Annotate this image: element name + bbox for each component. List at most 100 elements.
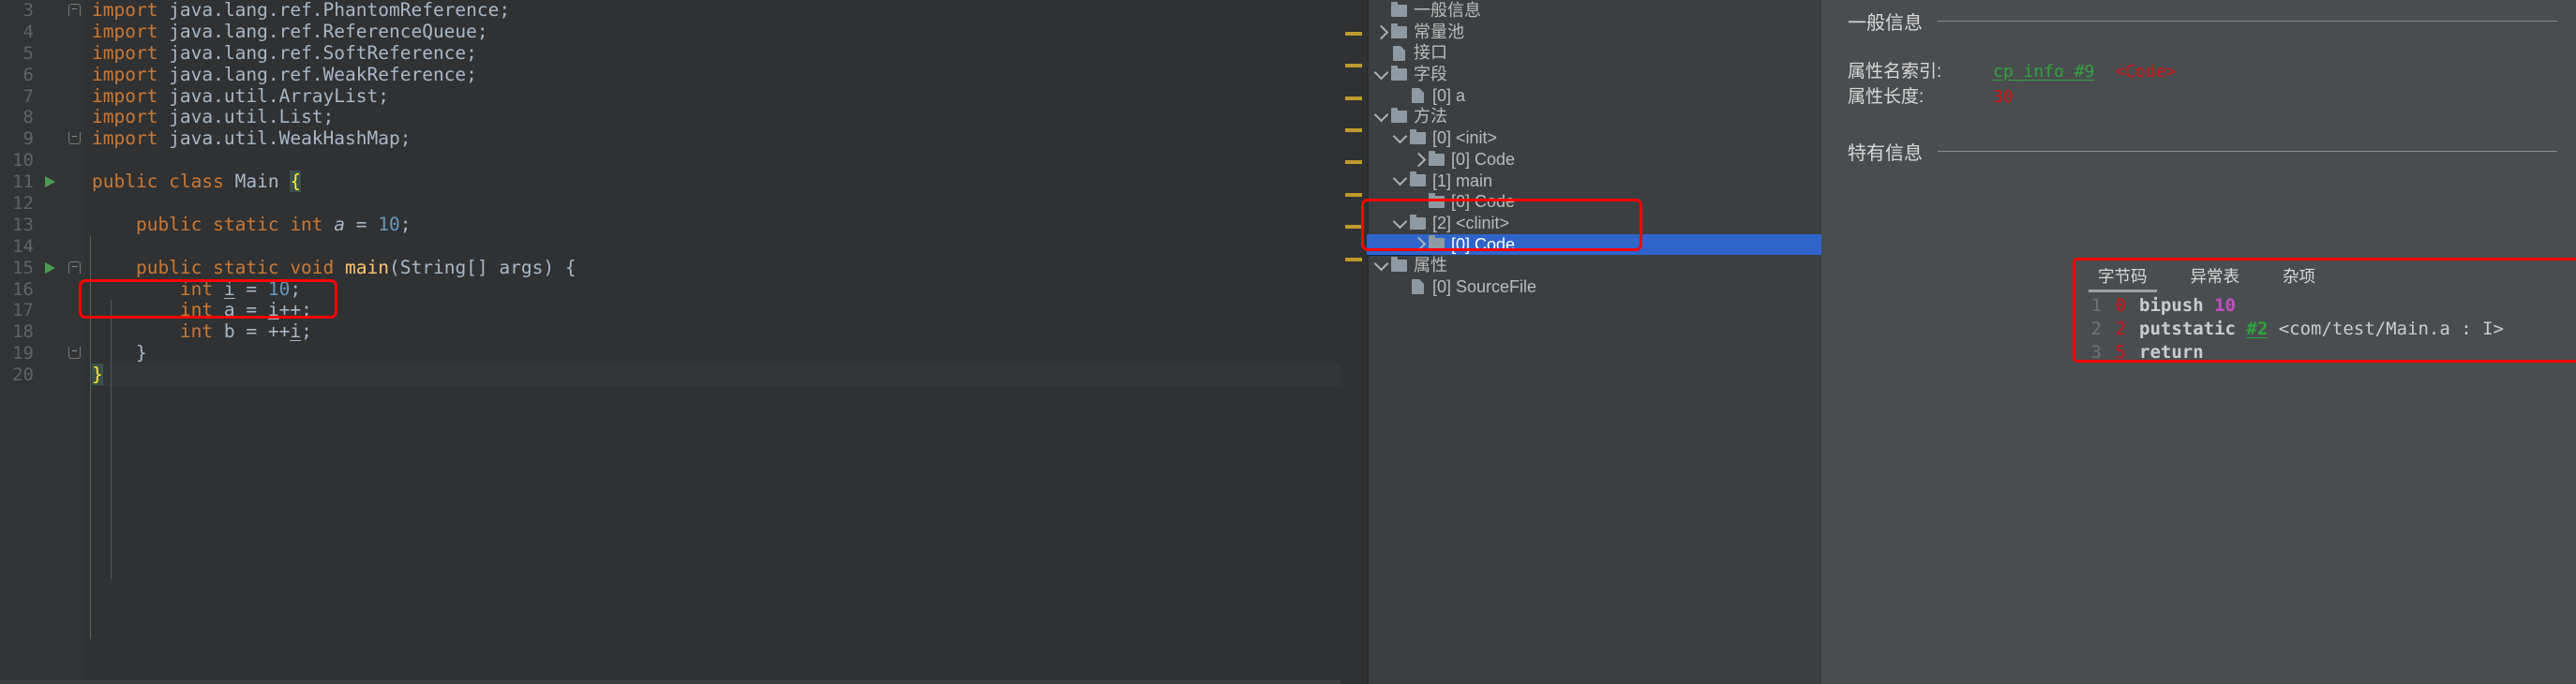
- chevron-down-icon[interactable]: [1389, 128, 1410, 144]
- code-token: java.util.WeakHashMap;: [169, 127, 412, 150]
- fold-toggle[interactable]: −: [66, 128, 84, 150]
- change-marker[interactable]: [1345, 97, 1362, 100]
- code-line[interactable]: [92, 236, 1340, 258]
- change-marker[interactable]: [1345, 193, 1362, 197]
- tree-item-label: [0] <init>: [1432, 128, 1498, 148]
- code-line[interactable]: public class Main {: [92, 171, 1340, 193]
- change-marker[interactable]: [1345, 258, 1362, 261]
- bytecode-cp-ref[interactable]: #2: [2246, 318, 2268, 341]
- code-line[interactable]: int b = ++i;: [92, 320, 1340, 343]
- code-line[interactable]: import java.util.List;: [92, 107, 1340, 128]
- folder-icon: [1410, 171, 1426, 187]
- fold-empty: [66, 193, 84, 215]
- change-marker[interactable]: [1345, 128, 1362, 132]
- chevron-down-icon[interactable]: [1370, 256, 1391, 272]
- fold-end-icon[interactable]: −: [68, 347, 81, 360]
- fold-toggle[interactable]: −: [66, 343, 84, 364]
- change-marker-strip[interactable]: [1340, 0, 1367, 684]
- bytecode-tab-bar[interactable]: 字节码 异常表 杂项: [2075, 260, 2576, 292]
- run-gutter-empty: [41, 236, 66, 258]
- run-gutter-empty: [41, 300, 66, 321]
- block-indent-guide: [111, 300, 112, 579]
- code-line[interactable]: import java.lang.ref.SoftReference;: [92, 41, 1340, 65]
- code-line[interactable]: int i = 10;: [92, 277, 1340, 301]
- change-marker[interactable]: [1345, 160, 1362, 164]
- bytecode-line[interactable]: 3 5 return: [2085, 341, 2576, 360]
- code-line[interactable]: int a = i++;: [92, 300, 1340, 321]
- bytecode-tab[interactable]: 异常表: [2185, 260, 2246, 292]
- code-line[interactable]: public static int a = 10;: [92, 213, 1340, 236]
- tree-item[interactable]: [0] <init>: [1367, 127, 1821, 149]
- fold-collapse-icon[interactable]: −: [68, 260, 81, 274]
- tree-item[interactable]: 常量池: [1367, 22, 1821, 43]
- method-indent-guide: [90, 236, 91, 639]
- bytecode-line-number: 2: [2090, 319, 2102, 339]
- bytecode-opcode: bipush: [2139, 295, 2204, 316]
- run-gutter-icon[interactable]: [41, 258, 66, 279]
- chevron-down-icon[interactable]: [1389, 171, 1410, 186]
- tree-item-label: [0] SourceFile: [1432, 276, 1537, 296]
- chevron-right-icon[interactable]: [1370, 24, 1391, 39]
- bytecode-line[interactable]: 1 0 bipush 10: [2085, 294, 2576, 318]
- tree-item[interactable]: [2] <clinit>: [1367, 213, 1821, 234]
- tree-item[interactable]: 字段: [1367, 64, 1821, 85]
- code-token: =: [234, 277, 268, 300]
- editor-bottom-edge: [0, 680, 1340, 684]
- bytecode-listing[interactable]: 1 0 bipush 10 2 2 putstatic #2 <com/test/Main…: [2075, 292, 2576, 360]
- code-line[interactable]: import java.util.ArrayList;: [92, 85, 1340, 108]
- tree-item[interactable]: [1] main: [1367, 171, 1821, 192]
- fold-toggle[interactable]: −: [66, 0, 84, 22]
- tree-item[interactable]: 一般信息: [1367, 0, 1821, 22]
- header-rule: [1938, 21, 2557, 22]
- chevron-right-icon[interactable]: [1408, 237, 1429, 252]
- tree-list[interactable]: 一般信息 常量池 接口 字段 [0] a 方法 [0] <init> [0] Code [1] …: [1367, 0, 1821, 298]
- chevron-right-icon[interactable]: [1408, 152, 1429, 167]
- code-line[interactable]: import java.lang.ref.PhantomReference;: [92, 0, 1340, 22]
- tree-item[interactable]: [0] SourceFile: [1367, 276, 1821, 298]
- tree-item[interactable]: 接口: [1367, 42, 1821, 64]
- fold-toggle[interactable]: −: [66, 258, 84, 279]
- bytecode-line[interactable]: 2 2 putstatic #2 <com/test/Main.a : I>: [2085, 318, 2576, 341]
- code-line[interactable]: import java.util.WeakHashMap;: [92, 127, 1340, 150]
- run-gutter-empty: [41, 86, 66, 108]
- change-marker[interactable]: [1345, 64, 1362, 67]
- run-marker-gutter[interactable]: [41, 0, 66, 684]
- tree-item[interactable]: [0] Code: [1367, 149, 1821, 171]
- tree-item[interactable]: [0] a: [1367, 85, 1821, 107]
- code-editor-pane[interactable]: 3 4 5 6 7 8 9 10 11 12 13 14 15 16 17 18 19 20 − − − − impor…: [0, 0, 1340, 684]
- code-line[interactable]: public static void main(String[] args) {: [92, 257, 1340, 279]
- chevron-down-icon[interactable]: [1370, 65, 1391, 81]
- run-play-icon[interactable]: [45, 176, 55, 188]
- line-number: 16: [12, 278, 34, 300]
- code-line[interactable]: [92, 193, 1340, 215]
- code-token: =: [355, 213, 379, 235]
- code-line[interactable]: [92, 150, 1340, 171]
- bytecode-panel[interactable]: 字节码 异常表 杂项 1 0 bipush 10 2 2 putstatic #2 <com/…: [2073, 258, 2576, 363]
- bytecode-tab[interactable]: 字节码: [2089, 260, 2156, 292]
- tree-item[interactable]: 方法: [1367, 106, 1821, 127]
- run-gutter-icon[interactable]: [41, 171, 66, 193]
- classfile-structure-tree[interactable]: 一般信息 常量池 接口 字段 [0] a 方法 [0] <init> [0] Code [1] …: [1361, 0, 1821, 684]
- code-token: java.lang.ref.SoftReference;: [169, 41, 477, 64]
- line-number: 12: [12, 193, 34, 215]
- code-line[interactable]: }: [92, 364, 1340, 387]
- code-text-area[interactable]: import java.lang.ref.PhantomReference; im…: [84, 0, 1340, 684]
- chevron-down-icon[interactable]: [1389, 214, 1410, 229]
- tree-item[interactable]: [0] Code: [1367, 191, 1821, 213]
- fold-empty: [66, 279, 84, 301]
- tree-item[interactable]: 属性: [1367, 255, 1821, 276]
- run-play-icon[interactable]: [45, 261, 55, 274]
- change-marker[interactable]: [1345, 225, 1362, 229]
- code-folding-gutter[interactable]: − − − −: [66, 0, 84, 684]
- code-line[interactable]: import java.lang.ref.ReferenceQueue;: [92, 21, 1340, 43]
- code-line[interactable]: import java.lang.ref.WeakReference;: [92, 64, 1340, 86]
- cp-info-link[interactable]: cp_info #9: [1993, 62, 2094, 82]
- bytecode-tab[interactable]: 杂项: [2277, 260, 2321, 292]
- fold-collapse-icon[interactable]: −: [68, 4, 81, 16]
- tree-item-label: 属性: [1414, 256, 1447, 275]
- tree-item[interactable]: [0] Code: [1367, 233, 1821, 256]
- code-line[interactable]: }: [92, 342, 1340, 364]
- fold-end-icon[interactable]: −: [68, 132, 81, 145]
- chevron-down-icon[interactable]: [1370, 108, 1391, 123]
- change-marker[interactable]: [1345, 32, 1362, 36]
